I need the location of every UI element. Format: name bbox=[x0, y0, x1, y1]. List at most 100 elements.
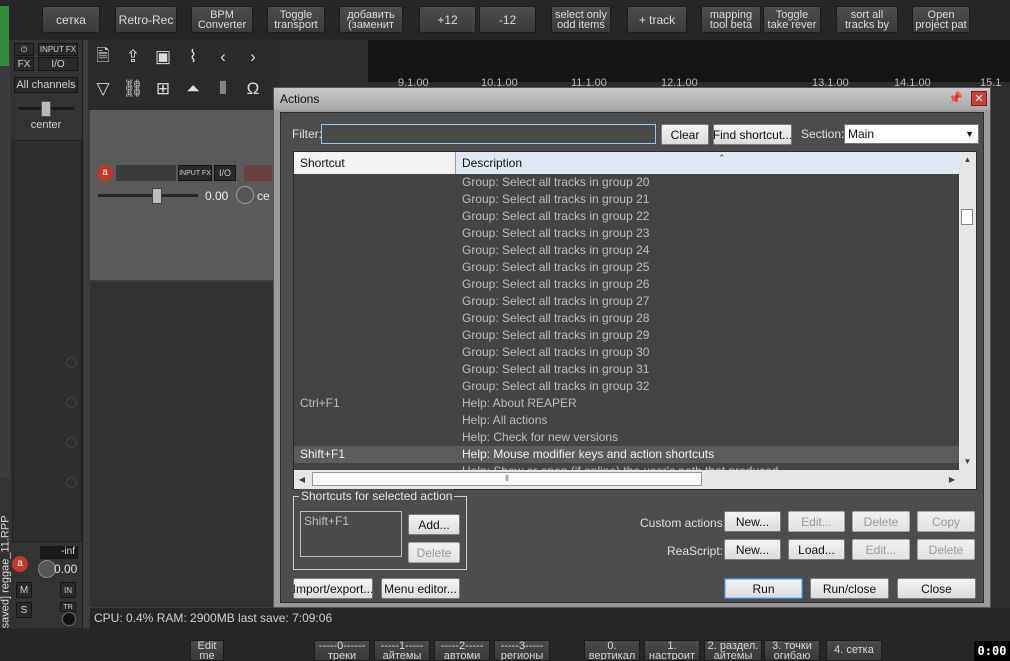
menu-editor-button[interactable]: Menu editor... bbox=[381, 578, 460, 599]
pin-icon[interactable]: 📌 bbox=[948, 91, 963, 105]
toolbar-button-mapping-tool[interactable]: mapping tool beta bbox=[701, 6, 761, 33]
track-mute-solo-area[interactable] bbox=[244, 165, 272, 181]
pan-slider-handle[interactable] bbox=[41, 101, 51, 117]
envelope-icon[interactable]: ⏶ bbox=[180, 76, 206, 102]
save-icon[interactable]: ▣ bbox=[150, 44, 176, 70]
column-header-description[interactable]: Description ⌃ bbox=[456, 152, 960, 174]
custom-delete-button[interactable]: Delete bbox=[852, 511, 910, 532]
action-row[interactable]: Group: Select all tracks in group 28 bbox=[294, 310, 960, 327]
horizontal-scrollbar[interactable]: ◀ ⦀ ▶ bbox=[294, 470, 960, 489]
solo-button[interactable]: S bbox=[16, 602, 32, 618]
triangle-icon[interactable]: ▽ bbox=[90, 76, 116, 102]
scroll-right-icon[interactable]: ▶ bbox=[944, 470, 960, 489]
document-icon[interactable]: 🗎 bbox=[90, 44, 116, 70]
toolbar-button-add-track[interactable]: + track bbox=[627, 6, 687, 33]
bottom-button-split-items[interactable]: 2. раздел. айтемы bbox=[704, 640, 762, 661]
filter-input[interactable] bbox=[321, 124, 656, 144]
custom-edit-button[interactable]: Edit... bbox=[788, 511, 845, 532]
horizontal-scroll-thumb[interactable]: ⦀ bbox=[312, 472, 702, 486]
bottom-button-grid[interactable]: 4. сетка bbox=[826, 640, 882, 661]
track-volume-handle[interactable] bbox=[152, 188, 162, 204]
fx-button[interactable]: FX bbox=[14, 57, 34, 71]
actions-list[interactable]: Shortcut Description ⌃ Group: Select all… bbox=[293, 151, 977, 490]
toolbar-button-plus12[interactable]: +12 bbox=[419, 6, 476, 33]
open-icon[interactable]: ⇪ bbox=[120, 44, 146, 70]
toolbar-button-toggle-take-reverse[interactable]: Toggle take rever bbox=[763, 6, 821, 33]
action-row[interactable]: Group: Select all tracks in group 29 bbox=[294, 327, 960, 344]
phase-icon[interactable] bbox=[62, 612, 76, 626]
section-select[interactable]: Main ▼ bbox=[844, 124, 979, 144]
bottom-button-tracks[interactable]: -----0------ треки bbox=[314, 640, 370, 661]
vertical-scroll-thumb[interactable] bbox=[961, 209, 973, 225]
dialog-title[interactable]: Actions bbox=[274, 88, 990, 110]
track-volume-slider[interactable] bbox=[98, 194, 198, 197]
reascript-new-button[interactable]: New... bbox=[724, 539, 781, 560]
scroll-left-icon[interactable]: ◀ bbox=[294, 470, 310, 489]
custom-copy-button[interactable]: Copy bbox=[917, 511, 975, 532]
scroll-down-icon[interactable]: ▼ bbox=[959, 454, 976, 470]
channels-dropdown[interactable]: All channels bbox=[14, 77, 78, 93]
vertical-scrollbar[interactable]: ▲ ▼ bbox=[959, 152, 976, 470]
track-io-button[interactable]: I/O bbox=[214, 165, 236, 181]
reascript-load-button[interactable]: Load... bbox=[788, 539, 845, 560]
action-row[interactable]: Group: Select all tracks in group 25 bbox=[294, 259, 960, 276]
column-header-shortcut[interactable]: Shortcut bbox=[294, 152, 456, 174]
reascript-edit-button[interactable]: Edit... bbox=[852, 539, 910, 560]
mute-button[interactable]: M bbox=[16, 582, 32, 598]
bottom-button-items[interactable]: -----1----- айтемы bbox=[374, 640, 430, 661]
import-export-button[interactable]: Import/export... bbox=[293, 578, 373, 599]
toolbar-button-select-odd-items[interactable]: select only odd items bbox=[551, 6, 611, 33]
record-arm-icon[interactable]: a bbox=[12, 556, 28, 572]
grid-icon[interactable]: ⊞ bbox=[150, 76, 176, 102]
input-fx-button[interactable]: INPUT FX bbox=[38, 43, 78, 56]
track-input-fx-button[interactable]: INPUT FX bbox=[178, 165, 212, 181]
toolbar-button-open-project-path[interactable]: Open project pat bbox=[912, 6, 970, 33]
action-row[interactable]: Group: Select all tracks in group 30 bbox=[294, 344, 960, 361]
action-row[interactable]: Help: All actions bbox=[294, 412, 960, 429]
action-row[interactable]: Shift+F1 Help: Mouse modifier keys and ac… bbox=[294, 446, 960, 463]
track-list-empty-area[interactable] bbox=[90, 282, 275, 607]
track-pan-knob[interactable] bbox=[236, 186, 254, 204]
track-name-field[interactable] bbox=[116, 165, 176, 181]
add-shortcut-button[interactable]: Add... bbox=[408, 514, 460, 535]
close-button[interactable]: Close bbox=[897, 578, 976, 599]
run-close-button[interactable]: Run/close bbox=[810, 578, 889, 599]
scroll-up-icon[interactable]: ▲ bbox=[959, 152, 976, 168]
reascript-delete-button[interactable]: Delete bbox=[917, 539, 975, 560]
action-row[interactable]: Group: Select all tracks in group 24 bbox=[294, 242, 960, 259]
action-row[interactable]: Help: Check for new versions bbox=[294, 429, 960, 446]
power-icon[interactable]: ⏻ bbox=[14, 43, 34, 56]
magnet-icon[interactable]: Ω bbox=[240, 76, 266, 102]
toolbar-button-add-replace[interactable]: добавить (заменит bbox=[339, 6, 403, 33]
action-row[interactable]: Group: Select all tracks in group 21 bbox=[294, 191, 960, 208]
bottom-button-envelope-points[interactable]: 3. точки огибаю bbox=[764, 640, 820, 661]
action-row[interactable]: Help: Show or open (if online) the user'… bbox=[294, 463, 960, 470]
bottom-button-settings[interactable]: 1. настроит bbox=[644, 640, 700, 661]
toolbar-button-retro-rec[interactable]: Retro-Rec bbox=[115, 6, 177, 33]
action-row[interactable]: Group: Select all tracks in group 22 bbox=[294, 208, 960, 225]
action-row[interactable]: Group: Select all tracks in group 20 bbox=[294, 174, 960, 191]
action-row[interactable]: Group: Select all tracks in group 26 bbox=[294, 276, 960, 293]
input-button[interactable]: IN bbox=[60, 582, 76, 598]
action-row[interactable]: Ctrl+F1 Help: About REAPER bbox=[294, 395, 960, 412]
toolbar-button-grid[interactable]: сетка bbox=[42, 6, 100, 33]
action-row[interactable]: Group: Select all tracks in group 23 bbox=[294, 225, 960, 242]
action-row[interactable]: Group: Select all tracks in group 27 bbox=[294, 293, 960, 310]
shortcut-list[interactable]: Shift+F1 bbox=[300, 511, 402, 557]
delete-shortcut-button[interactable]: Delete bbox=[408, 542, 460, 563]
undo-icon[interactable]: ‹ bbox=[210, 44, 236, 70]
toolbar-button-sort-tracks[interactable]: sort all tracks by bbox=[836, 6, 898, 33]
link-icon[interactable]: ⛓ bbox=[120, 76, 146, 102]
toolbar-button-minus12[interactable]: -12 bbox=[479, 6, 536, 33]
toolbar-button-bpm-converter[interactable]: BPM Converter bbox=[191, 6, 253, 33]
clear-button[interactable]: Clear bbox=[661, 124, 709, 145]
timeline-ruler[interactable]: 9.1.00 10.1.00 11.1.00 12.1.00 13.1.00 1… bbox=[368, 40, 1010, 89]
bars-icon[interactable]: ⦀ bbox=[210, 76, 236, 102]
toolbar-button-toggle-transport[interactable]: Toggle transport bbox=[267, 6, 325, 33]
custom-new-button[interactable]: New... bbox=[724, 511, 781, 532]
find-shortcut-button[interactable]: Find shortcut... bbox=[713, 124, 792, 145]
bottom-button-vertical[interactable]: 0. вертикал bbox=[584, 640, 640, 661]
close-icon[interactable]: ✕ bbox=[971, 91, 987, 106]
paperclip-icon[interactable]: ⌇ bbox=[180, 44, 206, 70]
action-row[interactable]: Group: Select all tracks in group 31 bbox=[294, 361, 960, 378]
